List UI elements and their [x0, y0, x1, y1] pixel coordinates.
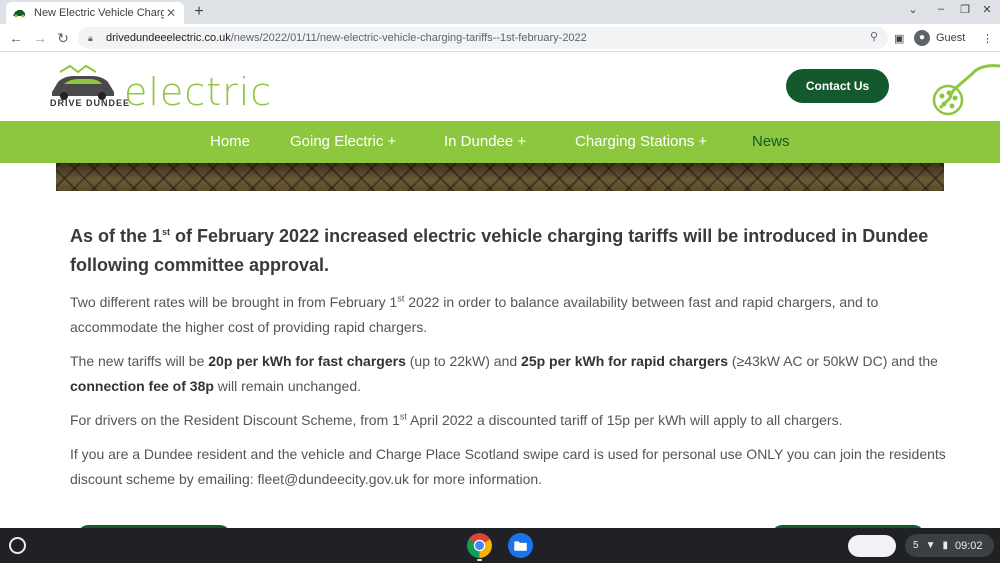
- logo-small-text: DRIVE DUNDEE: [50, 98, 131, 108]
- os-shelf: 5 ▼ ▮ 09:02: [0, 528, 1000, 563]
- article-paragraph-2: The new tariffs will be 20p per kWh for …: [70, 353, 938, 394]
- browser-tab[interactable]: New Electric Vehicle Charging Ta ✕: [6, 2, 184, 24]
- nav-charging-stations[interactable]: Charging Stations +: [575, 121, 707, 163]
- reload-icon[interactable]: ↻: [53, 28, 73, 48]
- site-header: DRIVE DUNDEE electric Contact Us: [0, 52, 1000, 121]
- kebab-menu-icon[interactable]: ⋮: [982, 28, 993, 48]
- clock: 09:02: [954, 539, 983, 552]
- zoom-icon[interactable]: ⚲: [870, 30, 878, 43]
- url-path: /news/2022/01/11/new-electric-vehicle-ch…: [230, 32, 587, 44]
- tab-close-icon[interactable]: ✕: [164, 6, 178, 20]
- profile-icon: ●: [914, 30, 930, 46]
- wifi-icon: ▼: [925, 540, 936, 551]
- article-paragraph-1: Two different rates will be brought in f…: [70, 293, 879, 335]
- tab-title: New Electric Vehicle Charging Ta: [34, 7, 164, 19]
- profile-button[interactable]: ● Guest: [914, 28, 965, 48]
- browser-toolbar: ← → ↻ 🔒︎ drivedundeeelectric.co.uk/news/…: [0, 24, 1000, 52]
- battery-icon: ▮: [942, 540, 948, 551]
- back-arrow-icon[interactable]: ←: [6, 28, 26, 48]
- close-window-icon[interactable]: ✕: [976, 3, 998, 16]
- contact-us-button[interactable]: Contact Us: [786, 69, 889, 103]
- article-headline: As of the 1st of February 2022 increased…: [70, 226, 929, 275]
- restore-icon[interactable]: ❐: [954, 3, 976, 16]
- article-body: As of the 1st of February 2022 increased…: [70, 222, 950, 501]
- sidepanel-icon[interactable]: ▣: [894, 28, 904, 48]
- profile-label: Guest: [936, 32, 966, 44]
- launcher-icon[interactable]: [9, 537, 26, 554]
- new-tab-button[interactable]: +: [190, 2, 208, 22]
- url-host: drivedundeeelectric.co.uk: [106, 32, 231, 44]
- article-paragraph-4: If you are a Dundee resident and the veh…: [70, 446, 946, 487]
- site-favicon-icon: [13, 10, 25, 18]
- status-tray[interactable]: 5 ▼ ▮ 09:02: [905, 534, 994, 557]
- notification-count-badge: 5: [913, 540, 919, 551]
- charging-plug-icon: [932, 64, 1000, 116]
- nav-news[interactable]: News: [752, 121, 790, 163]
- address-bar[interactable]: 🔒︎ drivedundeeelectric.co.uk/news/2022/0…: [78, 27, 888, 49]
- hero-image: [56, 163, 944, 191]
- browser-tab-strip: New Electric Vehicle Charging Ta ✕ + ⌄ –…: [0, 0, 1000, 24]
- forward-arrow-icon[interactable]: →: [30, 28, 50, 48]
- tab-search-chevron-icon[interactable]: ⌄: [902, 3, 924, 16]
- nav-in-dundee[interactable]: In Dundee +: [444, 121, 526, 163]
- active-app-indicator: [477, 559, 482, 561]
- chrome-app-icon[interactable]: [467, 533, 492, 558]
- main-navigation: Home Going Electric + In Dundee + Chargi…: [0, 121, 1000, 163]
- holding-space-thumbnail[interactable]: [848, 535, 896, 557]
- nav-home[interactable]: Home: [210, 121, 250, 163]
- logo-wordmark[interactable]: electric: [124, 70, 272, 114]
- article-paragraph-3: For drivers on the Resident Discount Sch…: [70, 411, 843, 428]
- logo-car-icon[interactable]: [50, 62, 116, 102]
- minimize-icon[interactable]: –: [930, 3, 952, 15]
- files-app-icon[interactable]: [508, 533, 533, 558]
- lock-icon: 🔒︎: [88, 32, 93, 43]
- nav-going-electric[interactable]: Going Electric +: [290, 121, 396, 163]
